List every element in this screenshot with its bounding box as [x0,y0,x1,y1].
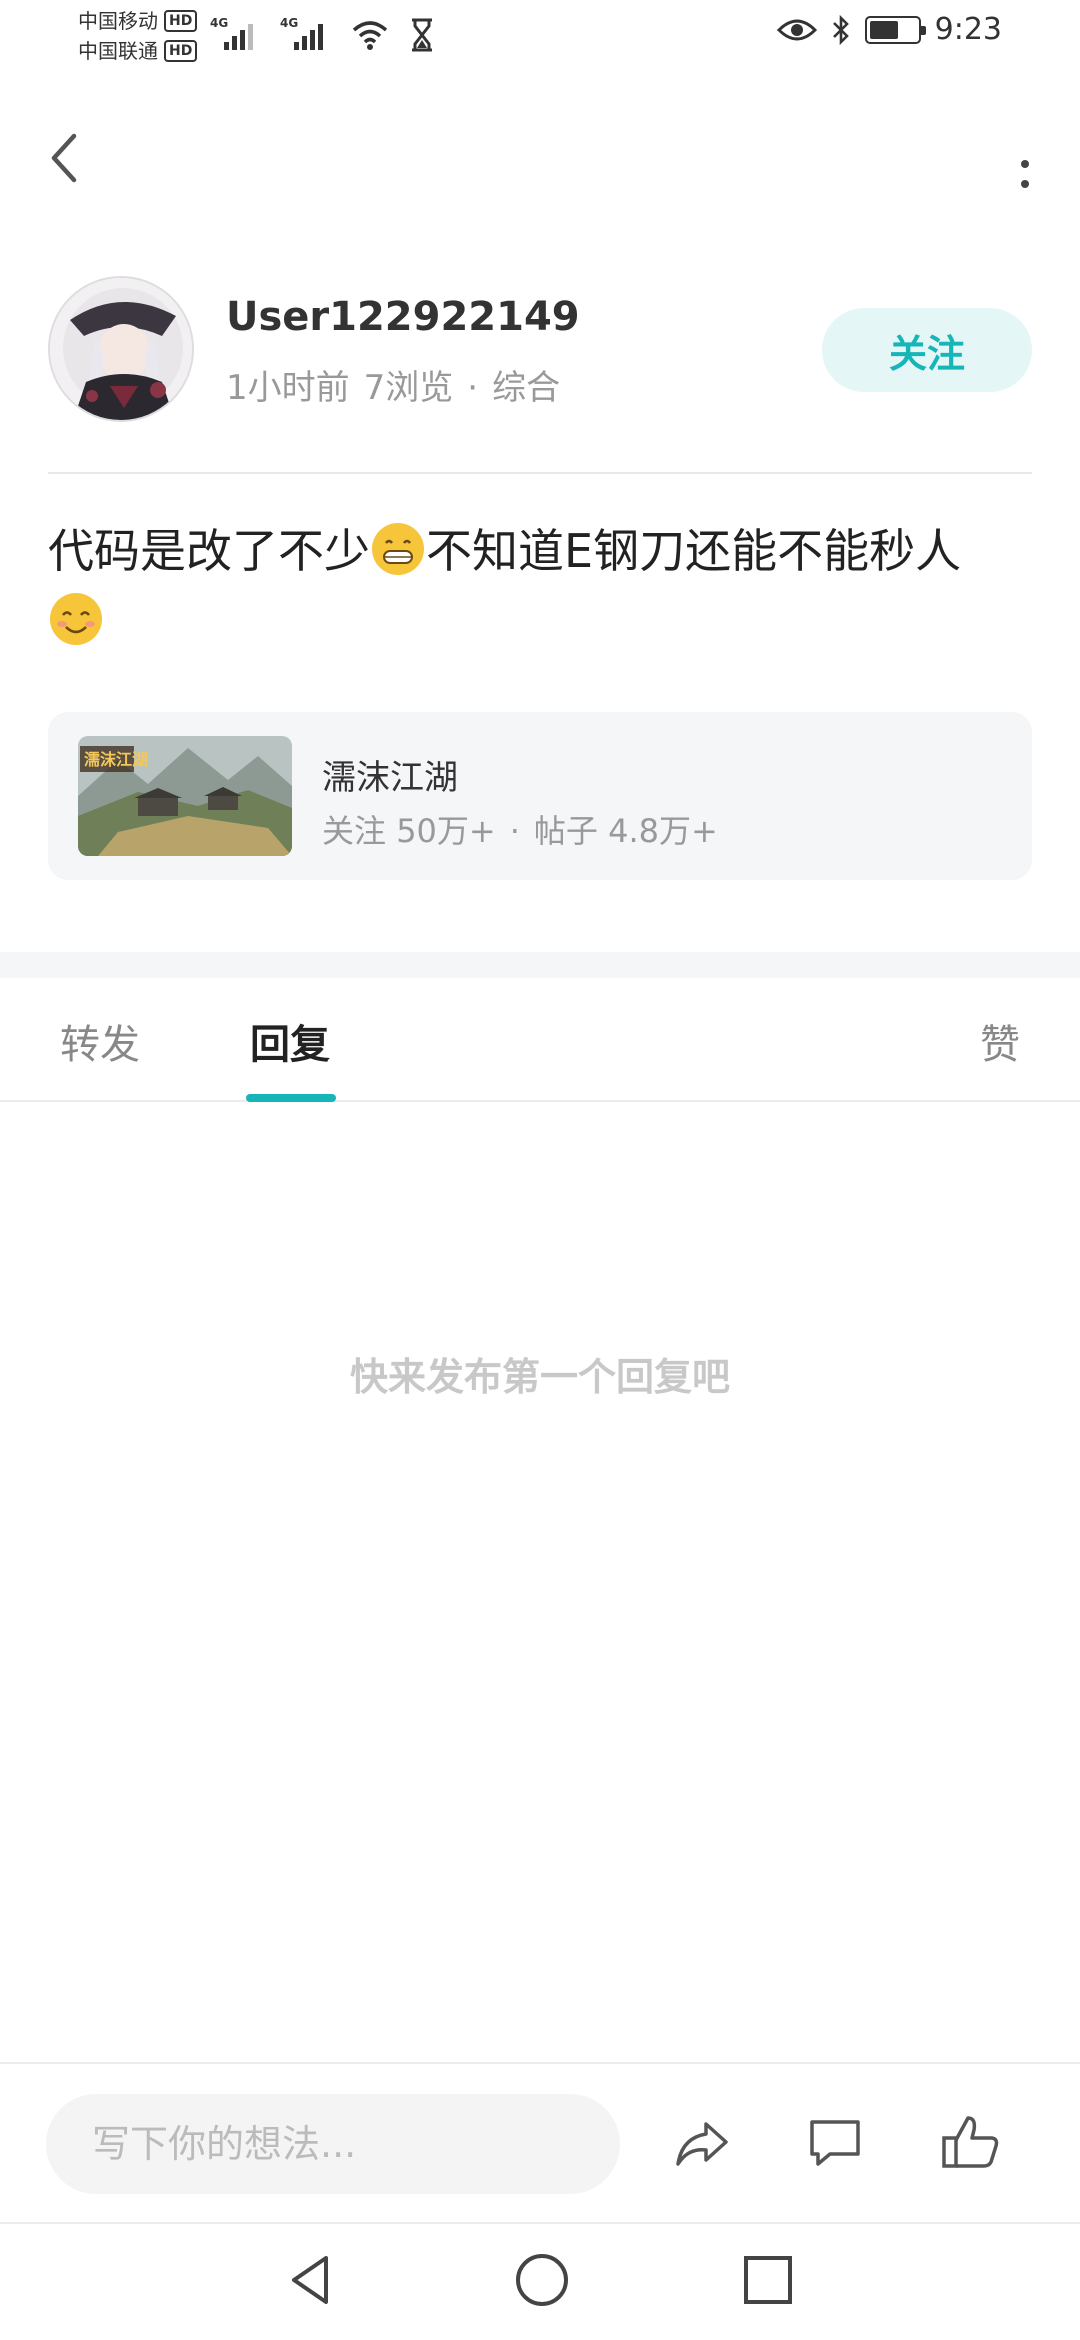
grin-emoji-icon [372,523,424,575]
forum-thumb-title: 濡沫江湖 [84,750,148,769]
hd-badge: HD [164,10,198,32]
comment-input[interactable] [46,2094,620,2194]
section-separator [0,952,1080,978]
followers-count: 50万+ [396,812,496,850]
system-home-icon[interactable] [510,2248,574,2312]
post-content: 代码是改了不少 不知道E钢刀还能不能秒人 [48,516,1038,656]
system-back-icon[interactable] [280,2248,344,2312]
top-nav [0,110,1080,200]
post-detail-page: 中国移动 HD 中国联通 HD 4G 4G 9:23 User122922149… [0,0,1080,2340]
post-tabs: 转发 回复 赞 [0,978,1080,1102]
author-header: User122922149 1小时前 7浏览 · 综合 关注 [48,276,1032,426]
post-category: 综合 [492,368,561,408]
carrier-2: 中国联通 [78,39,158,63]
battery-icon [864,15,926,44]
forum-thumbnail: 濡沫江湖 [78,736,292,856]
system-nav-bar [0,2222,1080,2340]
tab-reply[interactable]: 回复 [250,1012,330,1070]
view-count: 7浏览 [363,368,454,408]
signal-group: 4G 4G [210,16,436,52]
hd-badge: HD [164,40,198,62]
author-name[interactable]: User122922149 [226,294,580,340]
carrier-info: 中国移动 HD 中国联通 HD [78,6,198,66]
comment-icon[interactable] [800,2108,870,2178]
status-bar: 中国移动 HD 中国联通 HD 4G 4G 9:23 [0,0,1080,72]
carrier-1: 中国移动 [78,9,158,33]
forum-name: 濡沫江湖 [322,758,458,798]
forum-stats: 关注 50万+ · 帖子 4.8万+ [322,806,718,852]
wifi-icon [352,21,388,50]
more-options-button[interactable] [1000,128,1050,188]
post-meta: 1小时前 7浏览 · 综合 [226,360,574,409]
active-tab-indicator [246,1094,336,1102]
avatar[interactable] [48,276,194,422]
posts-label: 帖子 [533,812,598,850]
post-text-part1: 代码是改了不少 [48,524,370,578]
back-button[interactable] [40,128,90,188]
hourglass-icon [412,18,432,52]
divider [48,472,1032,474]
signal-icon: 4G [280,16,332,52]
comment-bar [0,2062,1080,2222]
bluetooth-icon [832,14,849,45]
empty-replies-message: 快来发布第一个回复吧 [349,1355,730,1399]
post-time: 1小时前 [226,368,350,408]
forum-card[interactable]: 濡沫江湖 濡沫江湖 关注 50万+ · 帖子 4.8万+ [48,712,1032,880]
right-status-icons: 9:23 [776,12,1002,47]
meta-separator: · [467,368,479,408]
share-icon[interactable] [668,2108,738,2178]
stats-separator: · [509,812,520,850]
followers-label: 关注 [322,812,387,850]
smile-emoji-icon [50,593,102,645]
eye-icon [776,19,817,40]
tab-like[interactable]: 赞 [980,1012,1020,1070]
tab-repost[interactable]: 转发 [60,1012,140,1070]
signal-icon: 4G [210,16,262,52]
posts-count: 4.8万+ [608,812,718,850]
thumbs-up-icon[interactable] [936,2108,1006,2178]
follow-button[interactable]: 关注 [822,308,1032,392]
clock: 9:23 [934,12,1002,47]
system-recents-icon[interactable] [736,2248,800,2312]
post-text-part2: 不知道E钢刀还能不能秒人 [426,524,962,578]
